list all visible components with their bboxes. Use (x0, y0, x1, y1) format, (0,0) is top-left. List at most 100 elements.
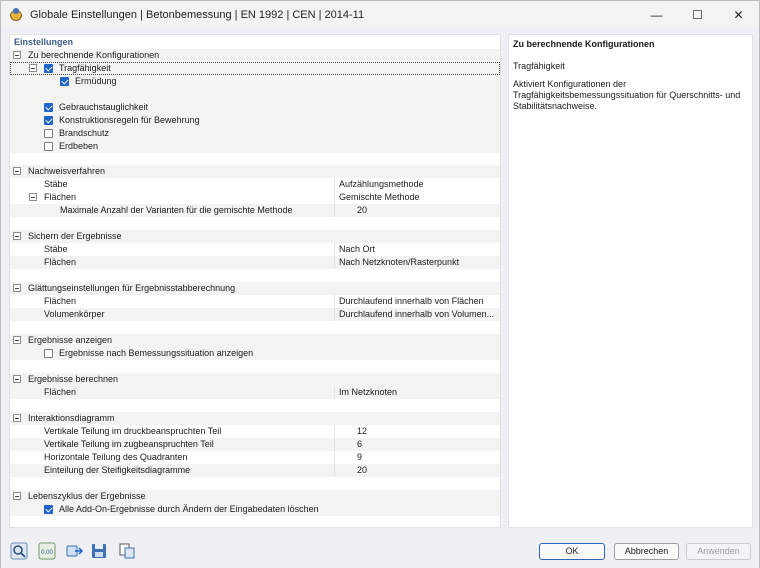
collapse-icon[interactable] (13, 284, 21, 292)
units-button[interactable]: 0.00 (37, 542, 57, 560)
row-vertikal-druck[interactable]: Vertikale Teilung im druckbeanspruchten … (10, 425, 500, 438)
settings-dialog: Globale Einstellungen | Betonbemessung |… (0, 0, 760, 568)
checkbox-ermuedung[interactable] (60, 77, 69, 86)
checkbox-bemessungssituation[interactable] (44, 349, 53, 358)
row-staebe[interactable]: Stäbe Nach Ort (10, 243, 500, 256)
checkbox-ergebnisse-loeschen[interactable] (44, 505, 53, 514)
cancel-button[interactable]: Abbrechen (614, 543, 679, 560)
item-label: Ergebnisse nach Bemessungssituation anze… (59, 348, 254, 358)
row-label: Flächen (44, 296, 77, 306)
row-flaechen[interactable]: Flächen Gemischte Methode (10, 191, 500, 204)
section-lebenszyklus[interactable]: Lebenszyklus der Ergebnisse (10, 490, 500, 503)
row-staebe[interactable]: Stäbe Aufzählungsmethode (10, 178, 500, 191)
row-label: Flächen (44, 192, 77, 202)
item-bemessungssituation[interactable]: Ergebnisse nach Bemessungssituation anze… (10, 347, 500, 360)
row-vertikal-zug[interactable]: Vertikale Teilung im zugbeanspruchten Te… (10, 438, 500, 451)
maximize-button[interactable]: ☐ (677, 1, 718, 28)
help-icon (10, 542, 28, 560)
save-defaults-icon (92, 544, 106, 558)
value-dropdown[interactable]: Im Netzknoten (334, 386, 500, 399)
value-input[interactable]: 12 (334, 425, 390, 438)
row-max-varianten[interactable]: Maximale Anzahl der Varianten für die ge… (10, 204, 500, 217)
help-button[interactable] (9, 542, 29, 560)
checkbox-erdbeben[interactable] (44, 142, 53, 151)
apply-button[interactable]: Anwenden (686, 543, 751, 560)
close-icon: ✕ (733, 7, 744, 22)
section-berechnen[interactable]: Ergebnisse berechnen (10, 373, 500, 386)
row-flaechen[interactable]: Flächen Durchlaufend innerhalb von Fläch… (10, 295, 500, 308)
description-title: Zu berechnende Konfigurationen (513, 39, 655, 49)
item-ergebnisse-loeschen[interactable]: Alle Add-On-Ergebnisse durch Ändern der … (10, 503, 500, 516)
collapse-icon[interactable] (13, 51, 21, 59)
collapse-icon[interactable] (13, 232, 21, 240)
item-label: Alle Add-On-Ergebnisse durch Ändern der … (59, 504, 319, 514)
row-flaechen[interactable]: Flächen Im Netzknoten (10, 386, 500, 399)
section-gap (10, 477, 500, 490)
section-title: Nachweisverfahren (28, 166, 106, 176)
section-nachweisverfahren[interactable]: Nachweisverfahren (10, 165, 500, 178)
section-sichern[interactable]: Sichern der Ergebnisse (10, 230, 500, 243)
row-label: Stäbe (44, 244, 68, 254)
row-horizontal[interactable]: Horizontale Teilung des Quadranten 9 (10, 451, 500, 464)
item-gebrauchstauglichkeit[interactable]: Gebrauchstauglichkeit (10, 101, 500, 114)
value-dropdown[interactable]: Durchlaufend innerhalb von Volumen... (334, 308, 500, 321)
save-defaults-button[interactable] (89, 542, 109, 560)
row-label: Vertikale Teilung im zugbeanspruchten Te… (44, 439, 214, 449)
import-export-button[interactable] (65, 542, 85, 560)
section-glaettung[interactable]: Glättungseinstellungen für Ergebnisstabb… (10, 282, 500, 295)
value-dropdown[interactable]: Nach Netzknoten/Rasterpunkt (334, 256, 500, 269)
checkbox-brandschutz[interactable] (44, 129, 53, 138)
spacer-row (10, 88, 500, 101)
value-dropdown[interactable]: Gemischte Methode (334, 191, 500, 204)
value-dropdown[interactable]: Durchlaufend innerhalb von Flächen (334, 295, 500, 308)
value-input[interactable]: 20 (334, 464, 390, 477)
row-flaechen[interactable]: Flächen Nach Netzknoten/Rasterpunkt (10, 256, 500, 269)
collapse-icon[interactable] (29, 193, 37, 201)
item-ermuedung[interactable]: Ermüdung (10, 75, 500, 88)
section-title: Zu berechnende Konfigurationen (28, 50, 160, 60)
row-label: Volumenkörper (44, 309, 105, 319)
row-label: Vertikale Teilung im druckbeanspruchten … (44, 426, 222, 436)
window-controls: — ☐ ✕ (636, 1, 759, 28)
close-button[interactable]: ✕ (718, 1, 759, 28)
row-steifigkeit[interactable]: Einteilung der Steifigkeitsdiagramme 20 (10, 464, 500, 477)
bottom-toolbar: 0.00 OK Abbrechen Anwenden (1, 535, 759, 568)
section-interaktion[interactable]: Interaktionsdiagramm (10, 412, 500, 425)
row-volumenkoerper[interactable]: Volumenkörper Durchlaufend innerhalb von… (10, 308, 500, 321)
item-erdbeben[interactable]: Erdbeben (10, 140, 500, 153)
collapse-icon[interactable] (13, 492, 21, 500)
section-title: Glättungseinstellungen für Ergebnisstabb… (28, 283, 236, 293)
item-konstruktionsregeln[interactable]: Konstruktionsregeln für Bewehrung (10, 114, 500, 127)
collapse-icon[interactable] (29, 64, 37, 72)
value-dropdown[interactable]: Aufzählungsmethode (334, 178, 500, 191)
item-brandschutz[interactable]: Brandschutz (10, 127, 500, 140)
minimize-button[interactable]: — (636, 1, 677, 28)
description-panel: Zu berechnende Konfigurationen Tragfähig… (508, 34, 753, 528)
collapse-icon[interactable] (13, 375, 21, 383)
value-input[interactable]: 9 (334, 451, 390, 464)
ok-button[interactable]: OK (539, 543, 605, 560)
value-input[interactable]: 6 (334, 438, 390, 451)
row-label: Stäbe (44, 179, 68, 189)
copy-settings-button[interactable] (117, 542, 137, 560)
section-title: Ergebnisse berechnen (28, 374, 119, 384)
section-gap (10, 360, 500, 373)
section-konfigurationen[interactable]: Zu berechnende Konfigurationen (10, 49, 500, 62)
checkbox-gebrauch[interactable] (44, 103, 53, 112)
units-icon: 0.00 (38, 542, 56, 560)
section-gap (10, 217, 500, 230)
item-label: Tragfähigkeit (59, 63, 111, 73)
collapse-icon[interactable] (13, 414, 21, 422)
settings-panel: Einstellungen Zu berechnende Konfigurati… (9, 34, 501, 528)
section-title: Lebenszyklus der Ergebnisse (28, 491, 146, 501)
section-gap (10, 269, 500, 282)
collapse-icon[interactable] (13, 167, 21, 175)
checkbox-konstruktion[interactable] (44, 116, 53, 125)
checkbox-tragfaehigkeit[interactable] (44, 64, 53, 73)
section-title: Ergebnisse anzeigen (28, 335, 113, 345)
value-input[interactable]: 20 (334, 204, 390, 217)
item-tragfaehigkeit[interactable]: Tragfähigkeit (10, 62, 500, 75)
section-anzeigen[interactable]: Ergebnisse anzeigen (10, 334, 500, 347)
collapse-icon[interactable] (13, 336, 21, 344)
value-dropdown[interactable]: Nach Ort (334, 243, 500, 256)
